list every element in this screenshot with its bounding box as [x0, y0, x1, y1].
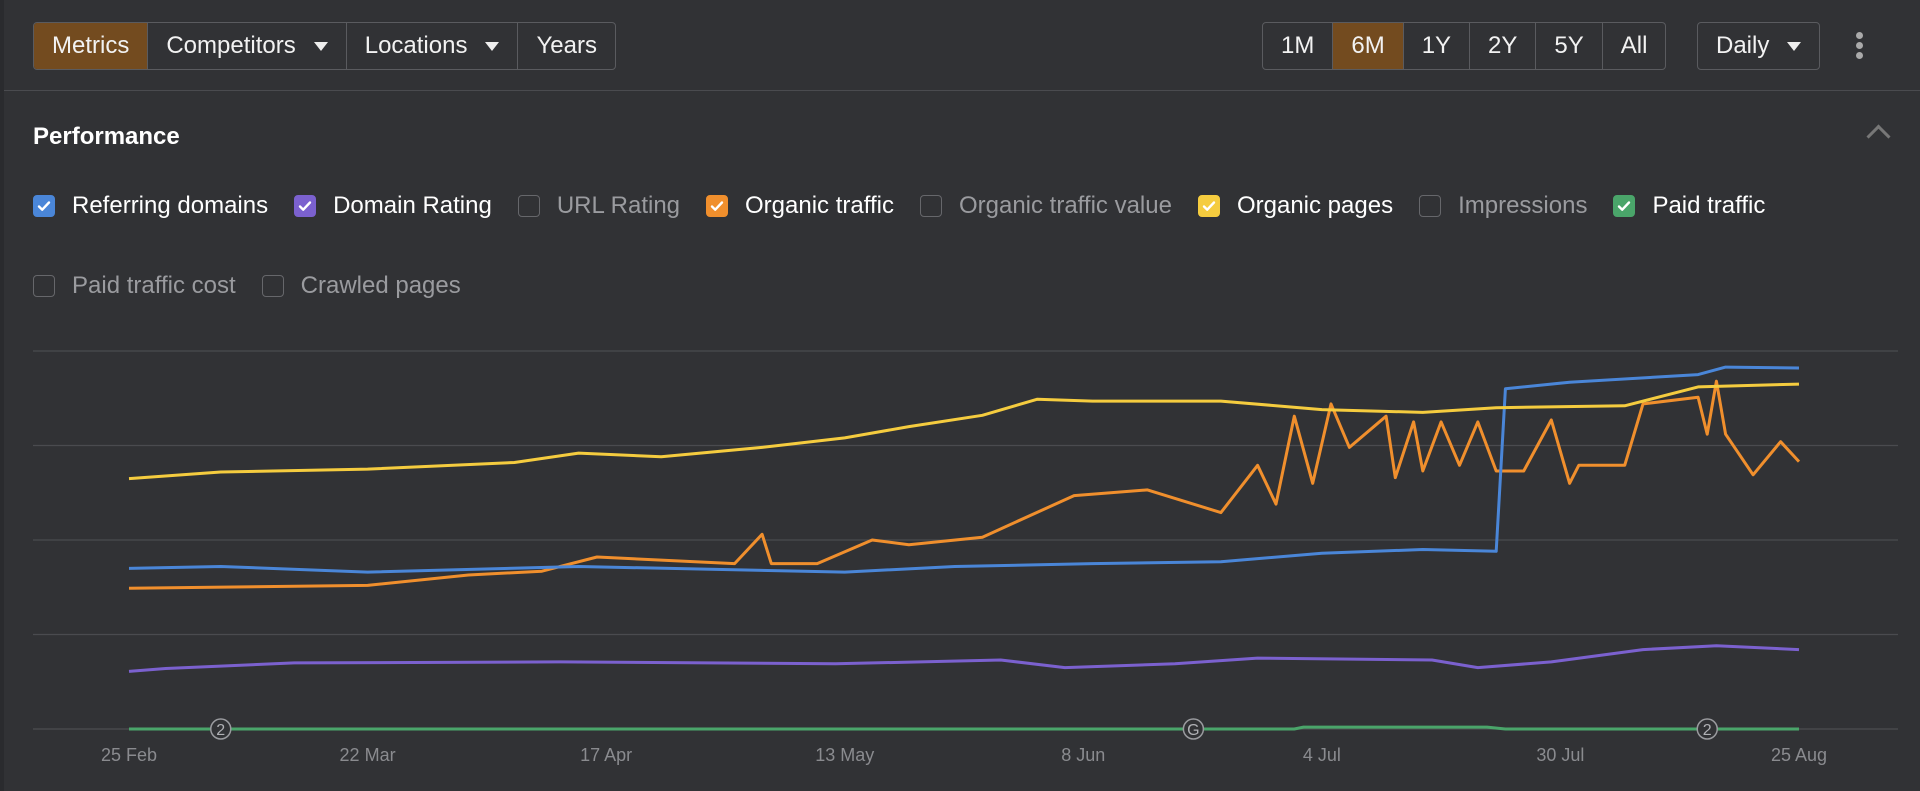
- x-tick-label: 25 Feb: [101, 745, 157, 765]
- annotation-marker[interactable]: 2: [210, 718, 232, 740]
- annotation-marker[interactable]: G: [1182, 718, 1205, 740]
- x-tick-label: 25 Aug: [1771, 745, 1827, 765]
- x-tick-label: 8 Jun: [1061, 745, 1105, 765]
- series-line-paid-traffic[interactable]: [129, 725, 1799, 731]
- performance-chart: 25 Feb 22 Mar 17 Apr 13 May 8 Jun 4 Jul 30 Jul…: [33, 350, 1898, 765]
- x-tick-label: 22 Mar: [340, 745, 396, 765]
- annotation-marker[interactable]: 2: [1696, 718, 1718, 740]
- series-line-organic-traffic[interactable]: [128, 379, 1801, 590]
- x-tick-label: 13 May: [815, 745, 874, 765]
- x-tick-label: 4 Jul: [1303, 745, 1341, 765]
- annotation-label: 2: [216, 722, 225, 739]
- annotation-label: 2: [1703, 722, 1712, 739]
- x-tick-label: 30 Jul: [1536, 745, 1584, 765]
- series-line-organic-pages[interactable]: [128, 382, 1800, 481]
- annotation-label: G: [1187, 722, 1199, 739]
- series-line-domain-rating[interactable]: [128, 644, 1800, 673]
- x-tick-label: 17 Apr: [580, 745, 632, 765]
